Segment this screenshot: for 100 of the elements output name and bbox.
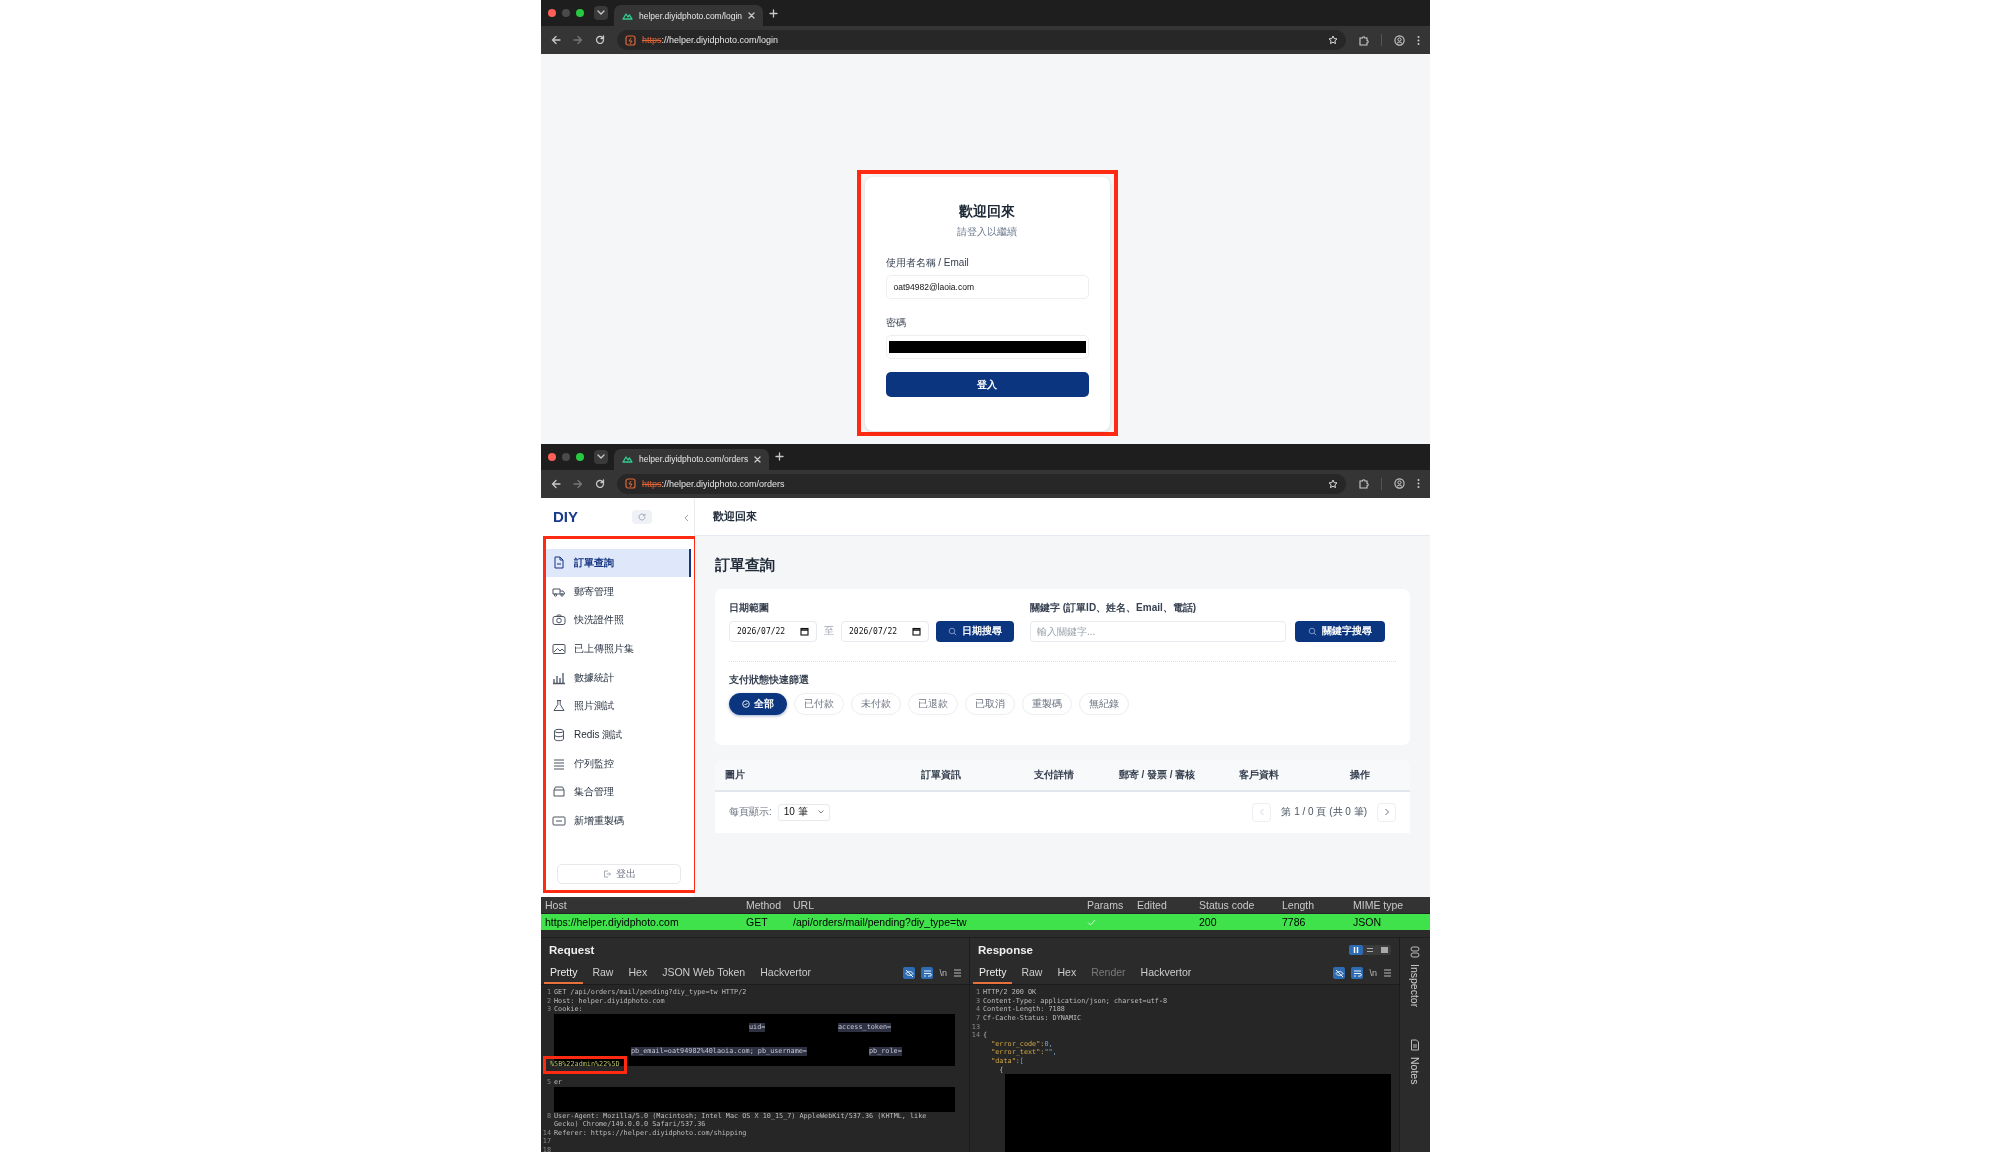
browser-tab[interactable]: helper.diyidphoto.com/login: [614, 5, 763, 26]
close-icon[interactable]: [754, 455, 762, 463]
panel-title: Response: [978, 944, 1033, 957]
sidebar-item[interactable]: 訂單查詢: [546, 548, 691, 578]
editor-tab[interactable]: Hex: [1051, 966, 1083, 985]
close-window-button[interactable]: [548, 452, 556, 461]
rows-icon: [1367, 947, 1373, 954]
star-icon[interactable]: [1328, 478, 1338, 489]
side-tab[interactable]: Notes: [1409, 1057, 1421, 1085]
more-menu-icon[interactable]: [1417, 478, 1420, 490]
column-header: Edited: [1136, 899, 1168, 912]
column-header: URL: [792, 899, 815, 912]
back-icon[interactable]: [551, 35, 561, 45]
menu-icon[interactable]: [1383, 969, 1392, 978]
layout-toggle[interactable]: [1349, 945, 1391, 956]
table-cell-text: /api/orders/mail/pending?diy_type=tw: [792, 916, 968, 929]
new-tab-icon[interactable]: [769, 8, 778, 18]
extension-icon[interactable]: [1358, 478, 1369, 490]
date-field[interactable]: 2026/07/22: [729, 620, 817, 642]
back-icon[interactable]: [551, 478, 561, 489]
calendar-icon[interactable]: [800, 626, 809, 636]
filter-chip[interactable]: 全部: [729, 692, 787, 715]
sidebar-item[interactable]: 佇列監控: [546, 749, 694, 779]
more-menu-icon[interactable]: [1417, 34, 1420, 46]
header-title: 歡迎回來: [713, 508, 757, 524]
newline-toggle[interactable]: \n: [939, 968, 947, 979]
profile-icon[interactable]: [1394, 34, 1405, 46]
chevron-icon: [1383, 808, 1390, 817]
star-icon[interactable]: [1328, 35, 1338, 45]
logout-button[interactable]: 登出: [557, 864, 681, 885]
filter-chip[interactable]: 已付款: [794, 692, 844, 715]
sidebar-item[interactable]: 照片測試: [546, 692, 694, 721]
tab-search-button[interactable]: [594, 6, 608, 20]
sidebar-item[interactable]: 郵寄管理: [546, 577, 694, 606]
sidebar-item[interactable]: 集合管理: [546, 778, 694, 807]
filter-chip[interactable]: 無紀錄: [1079, 692, 1129, 715]
site-info-icon[interactable]: [625, 34, 636, 46]
hide-button[interactable]: [1333, 967, 1346, 980]
filter-chip[interactable]: 重製碼: [1022, 692, 1072, 715]
editor-tab[interactable]: Hex: [622, 966, 654, 985]
editor-tab[interactable]: JSON Web Token: [656, 966, 752, 985]
profile-icon[interactable]: [1394, 478, 1405, 490]
column-header: 操作: [1349, 767, 1371, 782]
table-cell-text: 200: [1198, 916, 1218, 929]
filter-chip[interactable]: 已取消: [965, 692, 1015, 715]
reload-icon[interactable]: [595, 478, 605, 489]
wrap-button[interactable]: [1351, 967, 1364, 980]
login-button[interactable]: 登入: [885, 372, 1089, 397]
menu-icon[interactable]: [953, 969, 962, 978]
url-field[interactable]: https://helper.diyidphoto.com/orders: [617, 473, 1346, 494]
editor-tab[interactable]: Hackvertor: [754, 966, 817, 985]
notes-icon[interactable]: [1410, 1039, 1420, 1052]
maximize-window-button[interactable]: [576, 452, 584, 461]
wrap-button[interactable]: [921, 967, 934, 980]
tab-search-button[interactable]: [594, 449, 608, 464]
calendar-icon[interactable]: [912, 626, 921, 636]
pagination-text: 第 1 / 0 頁 (共 0 筆): [1281, 805, 1367, 820]
editor-tab[interactable]: Raw: [586, 966, 620, 985]
sidebar-item[interactable]: 快洗證件照: [546, 606, 694, 635]
field-label: 密碼: [885, 316, 907, 330]
maximize-window-button[interactable]: [576, 9, 584, 17]
sidebar-item[interactable]: Redis 測試: [546, 720, 694, 750]
sidebar-item[interactable]: 數據統計: [546, 663, 694, 693]
reload-icon[interactable]: [595, 35, 605, 45]
login-subtitle: 請登入以繼續: [956, 225, 1018, 239]
editor-tab[interactable]: Hackvertor: [1134, 966, 1198, 985]
browser-tab[interactable]: helper.diyidphoto.com/orders: [614, 448, 770, 470]
filter-chip[interactable]: 已退款: [908, 692, 958, 715]
table-cell-text: GET: [745, 916, 769, 929]
filter-chip[interactable]: 未付款: [851, 692, 901, 715]
page-title: 訂單查詢: [715, 555, 776, 575]
field-label: 支付狀態快速篩選: [729, 672, 810, 687]
side-tab[interactable]: Inspector: [1409, 964, 1421, 1008]
new-tab-icon[interactable]: [775, 452, 785, 462]
request-row[interactable]: https://helper.diyidphoto.com GET /api/orders/mail/pending?diy_type=tw 200 7786 JSON: [541, 914, 1430, 931]
column-header: Length: [1281, 899, 1316, 912]
column-header: 支付詳情: [1032, 767, 1075, 782]
password-field[interactable]: [885, 335, 1089, 359]
close-window-button[interactable]: [548, 9, 556, 17]
inspector-icon[interactable]: [1410, 946, 1420, 959]
date-search-button[interactable]: 日期搜尋: [936, 620, 1014, 642]
table-cell-text: 7786: [1281, 916, 1307, 929]
close-icon[interactable]: [748, 12, 755, 19]
date-field[interactable]: 2026/07/22: [841, 620, 929, 642]
hide-button[interactable]: [903, 967, 916, 980]
keyword-field[interactable]: 輸入關鍵字...: [1030, 620, 1286, 642]
keyword-search-button[interactable]: 關鍵字搜尋: [1295, 620, 1385, 642]
sidebar-item[interactable]: 已上傳照片集: [546, 634, 694, 664]
eye-slash-icon: [905, 968, 914, 978]
table-cell-text: https://helper.diyidphoto.com: [544, 916, 680, 929]
editor-tab[interactable]: Raw: [1015, 966, 1049, 985]
username-field[interactable]: oat94982@laoia.com: [885, 275, 1089, 299]
site-info-icon[interactable]: [625, 478, 636, 490]
newline-toggle[interactable]: \n: [1369, 968, 1377, 979]
url-field[interactable]: https://helper.diyidphoto.com/login: [617, 30, 1346, 50]
extension-icon[interactable]: [1358, 34, 1369, 46]
ticket-icon: [552, 814, 566, 829]
field-label: 關鍵字 (訂單ID、姓名、Email、電話): [1030, 600, 1198, 615]
sidebar-item[interactable]: 新增重製碼: [546, 806, 694, 836]
page-size-select[interactable]: 10 筆: [777, 803, 830, 821]
